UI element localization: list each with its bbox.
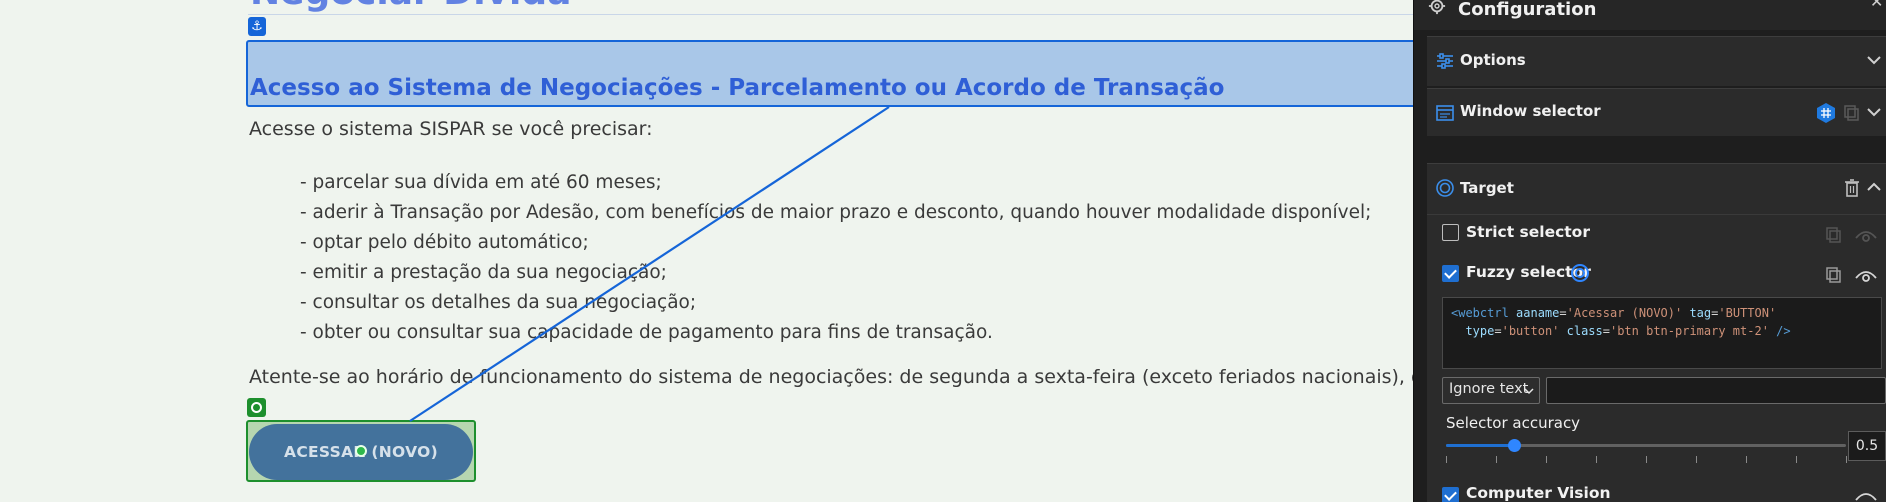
trash-icon[interactable] <box>1843 178 1861 198</box>
ignore-text-field[interactable] <box>1546 377 1886 404</box>
eye-icon[interactable] <box>1854 488 1878 502</box>
web-page: Negociar Dívida ⚓ Acesso ao Sistema de N… <box>0 0 1413 502</box>
panel-header: Configuration ✕ <box>1414 0 1886 30</box>
copy-icon[interactable] <box>1843 104 1861 122</box>
chevron-down-icon[interactable] <box>1865 51 1883 69</box>
target-label: Target <box>1460 179 1514 197</box>
selector-accuracy-label: Selector accuracy <box>1446 414 1581 432</box>
window-icon <box>1436 105 1454 121</box>
window-selector-label: Window selector <box>1460 102 1601 120</box>
slider-tick <box>1796 456 1797 463</box>
configuration-panel: Configuration ✕ Options Window selector <box>1413 0 1886 502</box>
divider <box>1427 214 1886 215</box>
eye-icon[interactable] <box>1854 226 1878 244</box>
ignore-text-select[interactable]: Ignore text <box>1442 377 1540 404</box>
gear-icon <box>1428 0 1446 15</box>
list-item: - optar pelo débito automático; <box>300 232 589 253</box>
chevron-up-icon[interactable] <box>1865 178 1883 196</box>
selector-accuracy-value[interactable]: 0.5 <box>1848 431 1886 461</box>
options-section[interactable]: Options <box>1427 36 1886 86</box>
computer-vision-label: Computer Vision <box>1466 484 1611 502</box>
selector-hexagon-icon[interactable] <box>1815 102 1837 124</box>
chevron-down-icon[interactable] <box>1865 103 1883 121</box>
list-item: - parcelar sua dívida em até 60 meses; <box>300 172 662 193</box>
cursor-marker-icon <box>355 445 367 457</box>
window-selector-section[interactable]: Window selector <box>1427 88 1886 136</box>
ignore-text-value: Ignore text <box>1449 381 1529 397</box>
page-heading: Negociar Dívida <box>250 0 571 13</box>
slider-tick <box>1496 456 1497 463</box>
list-item: - consultar os detalhes da sua negociaçã… <box>300 292 697 313</box>
chevron-down-icon <box>1524 388 1534 395</box>
slider-tick <box>1746 456 1747 463</box>
slider-thumb[interactable] <box>1508 439 1521 452</box>
copy-icon[interactable] <box>1825 266 1843 284</box>
strict-selector-label: Strict selector <box>1466 223 1590 241</box>
target-icon <box>1436 179 1454 197</box>
slider-tick <box>1646 456 1647 463</box>
strict-selector-checkbox[interactable] <box>1442 224 1459 241</box>
section-title: Acesso ao Sistema de Negociações - Parce… <box>250 75 1225 101</box>
slider-tick <box>1446 456 1447 463</box>
schedule-note: Atente-se ao horário de funcionamento do… <box>249 366 1413 388</box>
intro-text: Acesse o sistema SISPAR se você precisar… <box>249 118 653 140</box>
target-icon <box>247 398 266 417</box>
computer-vision-checkbox[interactable] <box>1442 487 1459 502</box>
panel-title: Configuration <box>1458 0 1597 20</box>
list-item: - aderir à Transação por Adesão, com ben… <box>300 202 1372 223</box>
bullet-list: - parcelar sua dívida em até 60 meses; -… <box>300 168 1371 348</box>
options-label: Options <box>1460 51 1526 69</box>
heading-divider <box>248 14 1413 15</box>
list-item: - emitir a prestação da sua negociação; <box>300 262 667 283</box>
selector-code-editor[interactable]: <webctrl aaname='Acessar (NOVO)' tag='BU… <box>1442 297 1882 369</box>
fuzzy-target-icon[interactable] <box>1570 263 1590 283</box>
slider-tick <box>1846 456 1847 463</box>
close-icon[interactable]: ✕ <box>1870 0 1883 11</box>
slider-tick <box>1596 456 1597 463</box>
sliders-icon <box>1437 53 1453 69</box>
slider-tick <box>1696 456 1697 463</box>
slider-ticks <box>1446 456 1847 464</box>
slider-tick <box>1546 456 1547 463</box>
list-item: - obter ou consultar sua capacidade de p… <box>300 322 993 343</box>
copy-icon[interactable] <box>1825 226 1843 244</box>
slider-fill <box>1446 444 1514 447</box>
fuzzy-selector-checkbox[interactable] <box>1442 265 1459 282</box>
anchor-icon: ⚓ <box>248 17 266 36</box>
eye-icon[interactable] <box>1854 266 1878 284</box>
selector-accuracy-slider[interactable] <box>1446 439 1846 452</box>
